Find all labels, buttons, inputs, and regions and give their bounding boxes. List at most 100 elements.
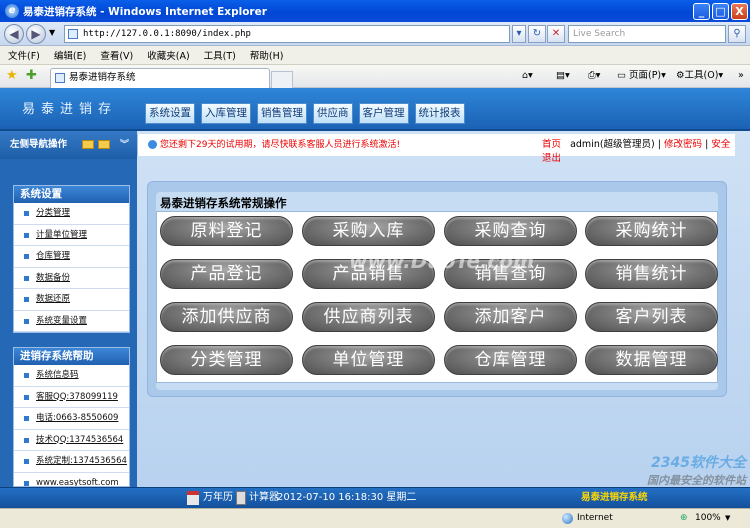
op-purchase-stats[interactable]: 采购统计	[585, 216, 718, 246]
app-logo: 易泰进销存	[22, 102, 118, 117]
search-icon[interactable]: ⚲	[728, 25, 746, 43]
home-icon[interactable]: ⌂▾	[522, 69, 533, 83]
info-bar: 您还剩下29天的试用期，请尽快联系客服人员进行系统激活! 首页 admin(超级…	[137, 134, 735, 164]
sidebar-item-restore[interactable]: 数据还原	[14, 289, 129, 311]
tools-menu-label: 工具(O)	[684, 70, 719, 81]
folder-open-icon[interactable]	[98, 140, 110, 149]
sidebar-item-backup[interactable]: 数据备份	[14, 268, 129, 289]
help-item-tech-qq[interactable]: 技术QQ:1374536564	[14, 430, 129, 451]
menu-edit[interactable]: 编辑(E)	[54, 48, 86, 62]
menu-help[interactable]: 帮助(H)	[250, 48, 284, 62]
app-footer: 万年历 计算器 2012-07-10 16:18:30 星期二 易泰进销存系统	[0, 487, 750, 508]
collapse-chevron-icon[interactable]: ︾	[120, 131, 129, 159]
calculator-link[interactable]: 计算器	[249, 488, 279, 508]
op-unit-manage[interactable]: 单位管理	[302, 345, 435, 375]
tab-page-icon	[55, 73, 65, 83]
zoom-icon[interactable]: ⊕	[680, 509, 688, 528]
browser-tab[interactable]: 易泰进销存系统	[50, 68, 270, 88]
op-add-customer[interactable]: 添加客户	[444, 302, 577, 332]
app-header: 易泰进销存 系统设置 入库管理 销售管理 供应商 客户管理 统计报表	[0, 88, 750, 131]
operations-inner: 易泰进销存系统常规操作 原料登记 采购入库 采购查询 采购统计 产品登记 产品销…	[156, 192, 718, 390]
tools-menu[interactable]: ⚙工具(O)▾	[676, 69, 723, 83]
minimize-button[interactable]: _	[693, 3, 710, 20]
op-product-register[interactable]: 产品登记	[160, 259, 293, 289]
sidebar-item-units[interactable]: 计量单位管理	[14, 225, 129, 246]
folder-icon[interactable]	[82, 140, 94, 149]
feeds-icon[interactable]: ▤▾	[556, 69, 570, 83]
home-link[interactable]: 首页	[542, 139, 561, 150]
operations-title: 易泰进销存系统常规操作	[160, 196, 287, 210]
sidebar-item-category[interactable]: 分类管理	[14, 203, 129, 225]
calendar-link[interactable]: 万年历	[203, 488, 233, 508]
op-data-manage[interactable]: 数据管理	[585, 345, 718, 375]
nav-reports[interactable]: 统计报表	[414, 103, 465, 124]
op-supplier-list[interactable]: 供应商列表	[302, 302, 435, 332]
menu-tools[interactable]: 工具(T)	[204, 48, 236, 62]
separator: |	[657, 139, 661, 150]
page-menu-label: 页面(P)	[629, 70, 662, 81]
calculator-icon[interactable]	[236, 491, 246, 505]
change-password-link[interactable]: 修改密码	[664, 139, 702, 150]
help-item-phone[interactable]: 电话:0663-8550609	[14, 408, 129, 430]
sidebar-item-variables[interactable]: 系统变量设置	[14, 311, 129, 332]
search-input[interactable]: Live Search	[568, 25, 726, 43]
stop-icon[interactable]: ✕	[547, 25, 565, 43]
page-menu[interactable]: ▭ 页面(P)▾	[617, 69, 666, 83]
nav-sales[interactable]: 销售管理	[257, 103, 307, 124]
menu-bar: 文件(F) 编辑(E) 查看(V) 收藏夹(A) 工具(T) 帮助(H)	[0, 46, 750, 65]
op-material-register[interactable]: 原料登记	[160, 216, 293, 246]
back-button[interactable]: ◀	[4, 24, 24, 44]
help-item-syscode[interactable]: 系统信息码	[14, 365, 129, 387]
address-toolbar: ◀ ▶ ▼ http://127.0.0.1:8090/index.php ▾ …	[0, 22, 750, 46]
add-favorite-icon[interactable]: ✚	[26, 69, 37, 83]
toolbar-overflow-icon[interactable]: »	[738, 69, 744, 83]
nav-system-settings[interactable]: 系统设置	[145, 103, 195, 124]
forward-button[interactable]: ▶	[26, 24, 46, 44]
nav-stock-in[interactable]: 入库管理	[201, 103, 251, 124]
op-category-manage[interactable]: 分类管理	[160, 345, 293, 375]
close-button[interactable]: X	[731, 3, 748, 20]
help-item-website[interactable]: www.easytsoft.com	[14, 473, 129, 486]
refresh-icon[interactable]: ↻	[528, 25, 546, 43]
menu-file[interactable]: 文件(F)	[8, 48, 40, 62]
operations-grid: 原料登记 采购入库 采购查询 采购统计 产品登记 产品销售 销售查询 销售统计 …	[156, 211, 718, 383]
op-warehouse-manage[interactable]: 仓库管理	[444, 345, 577, 375]
op-add-supplier[interactable]: 添加供应商	[160, 302, 293, 332]
menu-view[interactable]: 查看(V)	[100, 48, 133, 62]
ie-logo-icon: e	[5, 4, 19, 18]
tab-label: 易泰进销存系统	[69, 72, 136, 83]
maximize-button[interactable]: □	[712, 3, 729, 20]
sidebar: 左侧导航操作 ︾ 系统设置 分类管理 计量单位管理 仓库管理 数据备份 数据还原…	[0, 131, 137, 487]
favorites-star-icon[interactable]: ★	[6, 69, 18, 83]
op-product-sales[interactable]: 产品销售	[302, 259, 435, 289]
nav-customers[interactable]: 客户管理	[358, 103, 409, 124]
menu-favorites[interactable]: 收藏夹(A)	[147, 48, 189, 62]
zoom-dropdown-icon[interactable]: ▼	[725, 509, 730, 528]
print-icon[interactable]: ⎙▾	[588, 69, 600, 83]
zoom-level[interactable]: 100%	[695, 509, 721, 528]
nav-suppliers[interactable]: 供应商	[313, 103, 353, 124]
security-zone: Internet	[577, 513, 613, 523]
main-content: 您还剩下29天的试用期，请尽快联系客服人员进行系统激活! 首页 admin(超级…	[137, 131, 750, 487]
history-dropdown-icon[interactable]: ▼	[49, 28, 55, 37]
help-item-support-qq[interactable]: 客服QQ:378099119	[14, 387, 129, 408]
help-item-custom[interactable]: 系统定制:1374536564	[14, 451, 129, 473]
separator: |	[705, 139, 709, 150]
op-sales-stats[interactable]: 销售统计	[585, 259, 718, 289]
sidebar-item-warehouse[interactable]: 仓库管理	[14, 246, 129, 268]
window-title-bar[interactable]: e 易泰进销存系统 - Windows Internet Explorer _ …	[0, 0, 750, 22]
op-purchase-in[interactable]: 采购入库	[302, 216, 435, 246]
address-dropdown-icon[interactable]: ▾	[512, 25, 526, 43]
op-sales-query[interactable]: 销售查询	[444, 259, 577, 289]
calendar-icon[interactable]	[187, 491, 199, 505]
op-customer-list[interactable]: 客户列表	[585, 302, 718, 332]
user-links: 首页 admin(超级管理员) | 修改密码 | 安全退出	[542, 138, 735, 166]
panel-help: 进销存系统帮助 系统信息码 客服QQ:378099119 电话:0663-855…	[13, 347, 130, 487]
address-url: http://127.0.0.1:8090/index.php	[83, 29, 251, 39]
tab-bar: ★ ✚ 易泰进销存系统 ⌂▾ ▤▾ ⎙▾ ▭ 页面(P)▾ ⚙工具(O)▾ »	[0, 65, 750, 88]
sidebar-heading: 左侧导航操作	[10, 139, 68, 150]
new-tab-button[interactable]	[271, 71, 293, 88]
window-title: 易泰进销存系统 - Windows Internet Explorer	[23, 5, 267, 18]
address-input[interactable]: http://127.0.0.1:8090/index.php	[64, 25, 510, 43]
op-purchase-query[interactable]: 采购查询	[444, 216, 577, 246]
